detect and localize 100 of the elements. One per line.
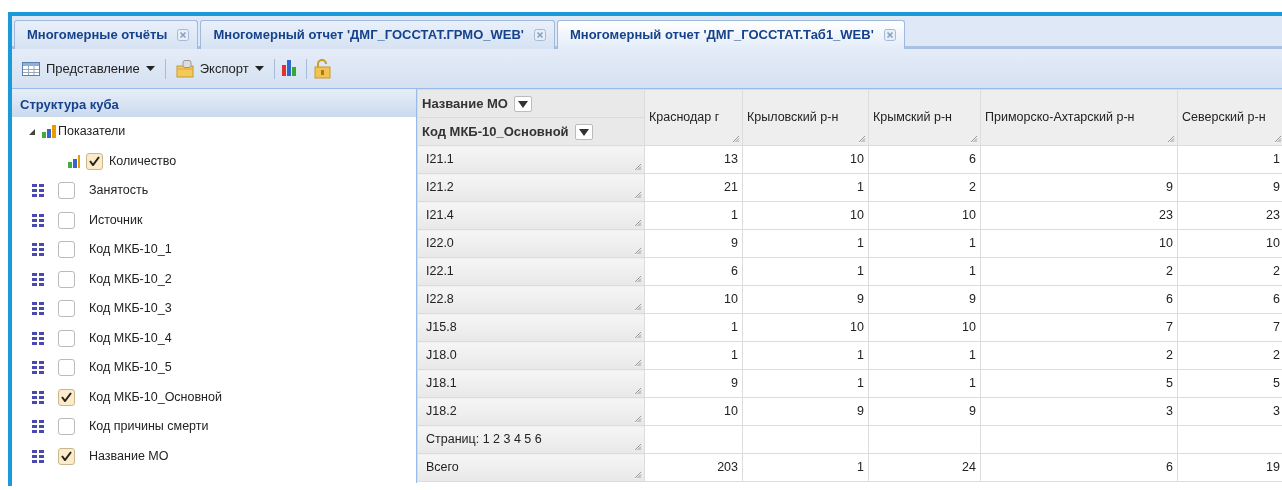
table-cell: 1	[742, 173, 869, 202]
tab[interactable]: Многомерный отчет 'ДМГ_ГОССТАТ.ГРМО_WEB'	[200, 20, 555, 49]
table-cell: 6	[868, 145, 981, 174]
check-icon	[89, 156, 100, 167]
table-cell: 5	[980, 369, 1178, 398]
resize-grip-icon[interactable]	[634, 471, 642, 479]
resize-grip-icon[interactable]	[858, 135, 866, 143]
table-cell: 1	[868, 369, 981, 398]
resize-grip-icon[interactable]	[634, 275, 642, 283]
grid-icon	[32, 449, 44, 463]
tree-item[interactable]: Код МКБ-10_2	[89, 269, 172, 289]
filter-dropdown-button[interactable]	[574, 124, 593, 141]
tree-item[interactable]: Показатели	[58, 122, 126, 142]
bar-chart-icon	[42, 125, 56, 139]
table-cell: 19	[1177, 453, 1282, 482]
checkbox[interactable]	[58, 418, 75, 436]
toolbar-button[interactable]: Экспорт	[171, 56, 268, 81]
table-cell: 24	[868, 453, 981, 482]
filter-dropdown-button[interactable]	[513, 96, 532, 113]
resize-grip-icon[interactable]	[634, 387, 642, 395]
tree-item[interactable]: Код причины смерти	[89, 417, 209, 437]
table-cell: 6	[980, 285, 1178, 314]
resize-grip-icon[interactable]	[634, 163, 642, 171]
table-cell: 10	[742, 201, 869, 230]
close-icon[interactable]	[883, 29, 896, 41]
table-cell: 21	[644, 173, 743, 202]
close-icon[interactable]	[177, 29, 190, 41]
table-cell: 10	[1177, 229, 1282, 258]
table-cell: 2	[980, 341, 1178, 370]
close-icon[interactable]	[533, 29, 546, 41]
row-header: I22.1	[417, 257, 645, 286]
table-cell: 1	[742, 453, 869, 482]
grid-icon	[32, 302, 44, 316]
checkbox[interactable]	[86, 152, 103, 170]
table-cell: 5	[1177, 369, 1282, 398]
tree-item[interactable]: Код МКБ-10_4	[89, 328, 172, 348]
resize-grip-icon[interactable]	[634, 331, 642, 339]
resize-grip-icon[interactable]	[634, 443, 642, 451]
row-header: J18.0	[417, 341, 645, 370]
tab[interactable]: Многомерные отчёты	[14, 20, 199, 49]
table-cell: 3	[1177, 397, 1282, 426]
table-cell: 6	[1177, 285, 1282, 314]
table-cell: 9	[868, 397, 981, 426]
tree-item[interactable]: Источник	[89, 210, 143, 230]
tree-item[interactable]: Код МКБ-10_3	[89, 299, 172, 319]
table-cell: 23	[980, 201, 1178, 230]
table-cell: 1	[868, 257, 981, 286]
field-label: Название МО	[422, 95, 508, 111]
field-label: Код МКБ-10_Основной	[422, 123, 569, 139]
table-cell: 9	[644, 229, 743, 258]
checkbox[interactable]	[58, 388, 75, 406]
tree-item[interactable]: Занятость	[89, 181, 149, 201]
resize-grip-icon[interactable]	[970, 135, 978, 143]
table-cell: 1	[644, 313, 743, 342]
column-header: Крыловский р-н	[742, 89, 869, 146]
checkbox[interactable]	[58, 359, 75, 377]
expand-arrow-icon[interactable]	[28, 127, 36, 136]
tab[interactable]: Многомерный отчет 'ДМГ_ГОССТАТ.Таб1_WEB'	[556, 20, 905, 49]
resize-grip-icon[interactable]	[634, 303, 642, 311]
checkbox[interactable]	[58, 270, 75, 288]
checkbox[interactable]	[58, 447, 75, 465]
table-cell: 10	[644, 285, 743, 314]
checkbox[interactable]	[58, 329, 75, 347]
tree-item[interactable]: Код МКБ-10_Основной	[89, 387, 222, 407]
tree-item[interactable]: Количество	[109, 151, 177, 171]
table-cell: 1	[868, 341, 981, 370]
table-cell: 203	[644, 453, 743, 482]
resize-grip-icon[interactable]	[634, 415, 642, 423]
checkbox[interactable]	[58, 211, 75, 229]
resize-grip-icon[interactable]	[634, 247, 642, 255]
resize-grip-icon[interactable]	[1274, 135, 1282, 143]
table-cell: 1	[868, 229, 981, 258]
row-header: J18.1	[417, 369, 645, 398]
caret-icon	[517, 100, 528, 108]
table-cell: 6	[644, 257, 743, 286]
resize-grip-icon[interactable]	[732, 135, 740, 143]
resize-grip-icon[interactable]	[634, 219, 642, 227]
check-icon	[61, 451, 72, 462]
row-header: J18.2	[417, 397, 645, 426]
tree-item[interactable]: Код МКБ-10_5	[89, 358, 172, 378]
resize-grip-icon[interactable]	[634, 359, 642, 367]
table-cell: 7	[980, 313, 1178, 342]
table-cell: 10	[980, 229, 1178, 258]
resize-grip-icon[interactable]	[1167, 135, 1175, 143]
checkbox[interactable]	[58, 241, 75, 259]
grid-icon	[32, 390, 44, 404]
tree-item[interactable]: Код МКБ-10_1	[89, 240, 172, 260]
lock-icon[interactable]	[312, 58, 332, 79]
table-cell: 9	[980, 173, 1178, 202]
toolbar-button[interactable]: Представление	[18, 56, 159, 81]
caret-icon	[578, 128, 589, 136]
check-icon	[61, 392, 72, 403]
grid-icon	[32, 184, 44, 198]
bar-chart-icon	[68, 154, 80, 168]
table-cell: 3	[980, 397, 1178, 426]
row-header: I22.8	[417, 285, 645, 314]
checkbox[interactable]	[58, 182, 75, 200]
tree-item[interactable]: Название МО	[89, 446, 169, 466]
resize-grip-icon[interactable]	[634, 191, 642, 199]
checkbox[interactable]	[58, 300, 75, 318]
